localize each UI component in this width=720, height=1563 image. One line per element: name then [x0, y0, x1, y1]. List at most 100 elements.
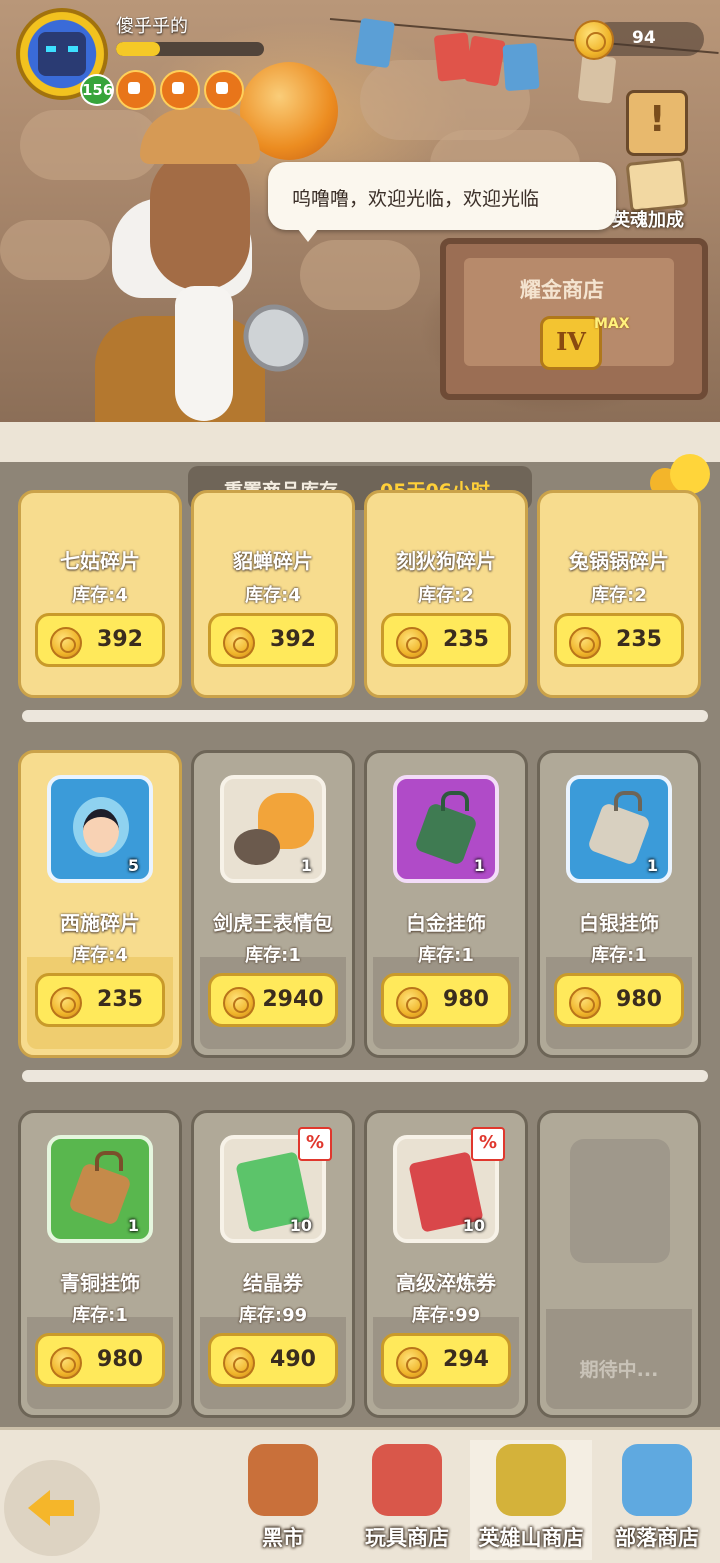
buy-button[interactable]: 235 — [381, 613, 511, 667]
buy-button[interactable]: 980 — [381, 973, 511, 1027]
shop-item-card[interactable]: 1 剑虎王表情包 库存:1 2940 — [191, 750, 355, 1058]
shop-item-card[interactable]: % 10 结晶券 库存:99 490 — [191, 1110, 355, 1418]
tab-label: 部落商店 — [615, 1526, 699, 1550]
notice-button[interactable]: ! — [626, 90, 688, 156]
item-stock: 库存:4 — [72, 945, 128, 966]
hero-bonus-label[interactable]: 英魂加成 — [612, 206, 684, 232]
buff-badge-icon[interactable] — [160, 70, 200, 110]
player-level-badge: 156 — [80, 74, 114, 106]
shop-tier-badge: IV — [540, 316, 602, 370]
buff-badge-icon[interactable] — [116, 70, 156, 110]
refine-voucher-icon: % 10 — [393, 1127, 505, 1243]
buy-button[interactable]: 980 — [554, 973, 684, 1027]
tab-toy-shop[interactable]: 玩具商店 — [346, 1440, 468, 1560]
item-stock: 库存:1 — [72, 1305, 128, 1326]
sale-tag-icon: % — [471, 1127, 505, 1161]
shop-item-card[interactable]: 1 白银挂饰 库存:1 980 — [537, 750, 701, 1058]
item-quantity: 1 — [646, 856, 658, 875]
npc-speech-bubble: 呜噜噜，欢迎光临，欢迎光临 — [268, 162, 616, 242]
coin-icon — [50, 987, 82, 1019]
tab-tribe-shop[interactable]: 部落商店 — [596, 1440, 718, 1560]
item-stock: 库存:2 — [591, 585, 647, 606]
item-name: 白银挂饰 — [579, 911, 659, 935]
item-price: 294 — [443, 1347, 489, 1372]
coin-icon — [223, 627, 255, 659]
coin-icon — [50, 1347, 82, 1379]
buy-button[interactable]: 392 — [208, 613, 338, 667]
item-stock: 库存:1 — [591, 945, 647, 966]
tab-label: 玩具商店 — [365, 1526, 449, 1550]
back-arrow-icon — [28, 1490, 50, 1526]
shop-item-card[interactable]: 5 西施碎片 库存:4 235 — [18, 750, 182, 1058]
banner-flag — [502, 42, 540, 92]
shopkeeper-head — [150, 150, 250, 290]
toy-shop-icon — [372, 1444, 442, 1516]
item-price: 392 — [97, 627, 143, 652]
item-name: 貂蝉碎片 — [233, 549, 313, 573]
item-name: 青铜挂饰 — [60, 1271, 140, 1295]
shopkeeper-beard — [175, 286, 233, 421]
shop-item-card[interactable]: 1 白金挂饰 库存:1 980 — [364, 750, 528, 1058]
banner-flag — [577, 54, 617, 104]
item-name: 西施碎片 — [60, 911, 140, 935]
item-stock: 库存:99 — [411, 1305, 481, 1326]
back-button[interactable] — [4, 1460, 100, 1556]
shop-max-label: MAX — [594, 316, 630, 332]
tiger-emoji-pack-icon: 1 — [220, 775, 326, 883]
coin-icon — [223, 987, 255, 1019]
item-name: 白金挂饰 — [406, 911, 486, 935]
item-price: 235 — [443, 627, 489, 652]
empty-slot-placeholder — [570, 1139, 670, 1263]
item-price: 235 — [97, 987, 143, 1012]
crystal-voucher-icon: % 10 — [220, 1127, 332, 1243]
tab-label: 黑市 — [262, 1526, 304, 1550]
coin-icon — [569, 627, 601, 659]
platinum-pendant-icon: 1 — [393, 775, 499, 883]
item-name: 兔锅锅碎片 — [569, 549, 669, 573]
buy-button[interactable]: 235 — [35, 973, 165, 1027]
coin-icon — [569, 987, 601, 1019]
sale-tag-icon: % — [298, 1127, 332, 1161]
coin-icon — [50, 627, 82, 659]
item-stock: 库存:1 — [245, 945, 301, 966]
buy-button[interactable]: 235 — [554, 613, 684, 667]
item-stock: 库存:4 — [245, 585, 301, 606]
shop-item-card[interactable]: 1 青铜挂饰 库存:1 980 — [18, 1110, 182, 1418]
coin-icon — [396, 627, 428, 659]
buff-badge-icon[interactable] — [204, 70, 244, 110]
black-market-icon — [248, 1444, 318, 1516]
buy-button[interactable]: 2940 — [208, 973, 338, 1027]
bronze-pendant-icon: 1 — [47, 1135, 153, 1243]
item-price: 392 — [270, 627, 316, 652]
tab-hero-mountain-shop[interactable]: 英雄山商店 — [470, 1440, 592, 1560]
item-name: 七姑碎片 — [60, 549, 140, 573]
tab-label: 英雄山商店 — [478, 1526, 584, 1550]
empty-slot-card: 期待中... — [537, 1110, 701, 1418]
shelf-divider — [22, 1070, 708, 1082]
coin-icon — [574, 20, 614, 60]
buy-button[interactable]: 294 — [381, 1333, 511, 1387]
npc-speech-text: 呜噜噜，欢迎光临，欢迎光临 — [292, 188, 540, 210]
xp-bar — [116, 42, 264, 56]
coin-icon — [223, 1347, 255, 1379]
xishi-fragment-icon: 5 — [47, 775, 153, 883]
buy-button[interactable]: 392 — [35, 613, 165, 667]
item-price: 980 — [443, 987, 489, 1012]
shop-item-card[interactable]: % 10 高级淬炼券 库存:99 294 — [364, 1110, 528, 1418]
xp-bar-fill — [116, 42, 161, 56]
hero-bonus-scroll-icon[interactable] — [625, 157, 689, 213]
exclamation-icon: ! — [649, 99, 666, 140]
silver-pendant-icon: 1 — [566, 775, 672, 883]
item-price: 980 — [616, 987, 662, 1012]
buy-button[interactable]: 490 — [208, 1333, 338, 1387]
item-name: 刻狄狗碎片 — [396, 549, 496, 573]
coin-count: 94 — [632, 28, 656, 48]
item-name: 高级淬炼券 — [396, 1271, 496, 1295]
tab-black-market[interactable]: 黑市 — [222, 1440, 344, 1560]
tribe-shop-icon — [622, 1444, 692, 1516]
item-quantity: 5 — [127, 856, 139, 875]
buy-button[interactable]: 980 — [35, 1333, 165, 1387]
item-stock: 库存:2 — [418, 585, 474, 606]
item-stock: 库存:4 — [72, 585, 128, 606]
hero-mountain-shop-icon — [496, 1444, 566, 1516]
